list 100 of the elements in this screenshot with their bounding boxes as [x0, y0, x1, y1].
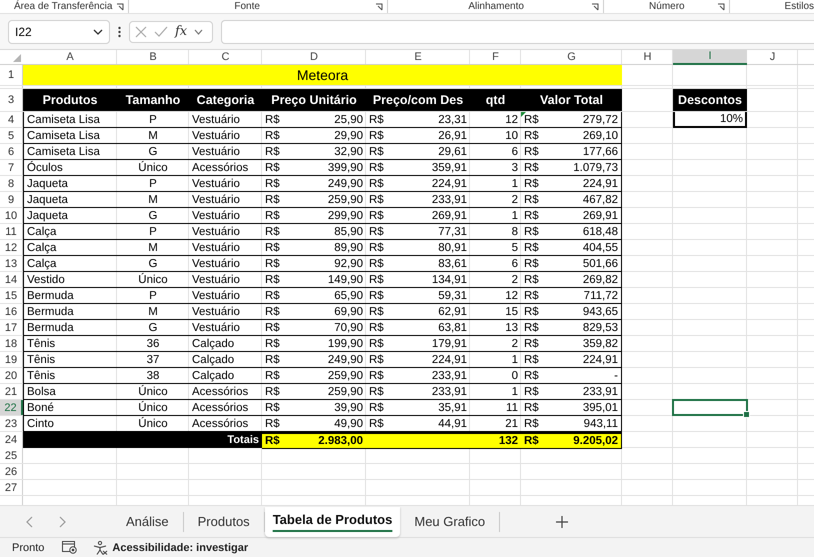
column-header[interactable]: B [117, 50, 189, 64]
table-cell: Tênis [23, 368, 117, 384]
currency-symbol: R$ [265, 400, 280, 414]
macro-recorder-icon[interactable] [62, 541, 78, 554]
currency-symbol: R$ [369, 208, 384, 222]
price-value: 77,31 [438, 224, 467, 238]
currency-symbol: R$ [524, 256, 539, 270]
column-header[interactable]: J [747, 50, 798, 64]
price-value: 467,82 [582, 192, 618, 206]
price-value: 279,72 [582, 112, 618, 126]
currency-symbol: R$ [265, 192, 280, 206]
table-cell: P [117, 224, 189, 240]
price-value: 44,91 [438, 416, 467, 430]
price-value: 269,10 [582, 128, 618, 142]
sheet-tab[interactable]: Meu Grafico [400, 512, 500, 532]
table-cell: P [117, 176, 189, 192]
table-cell: Calçado [189, 336, 262, 352]
table-cell: Vestuário [189, 240, 262, 256]
chevron-right-icon[interactable] [59, 516, 66, 528]
price-value: 233,91 [582, 384, 618, 398]
price-value: 259,90 [328, 192, 363, 206]
table-cell: 6 [470, 144, 521, 160]
price-value: 711,72 [584, 288, 618, 302]
insert-function-button[interactable]: fx [175, 24, 188, 39]
sheet-tab[interactable]: Análise [112, 512, 184, 532]
chevron-left-icon[interactable] [26, 516, 33, 528]
table-cell: Vestuário [189, 144, 262, 160]
sheet-tab[interactable]: Tabela de Produtos [264, 506, 400, 536]
table-cell: Vestuário [189, 208, 262, 224]
price-value: 501,66 [582, 256, 618, 270]
table-cell: Vestido [23, 272, 117, 288]
formula-input[interactable] [221, 20, 814, 44]
chevron-down-icon[interactable] [194, 28, 204, 34]
currency-symbol: R$ [369, 304, 384, 318]
column-header[interactable]: E [366, 50, 470, 64]
price-value: 23,31 [438, 112, 467, 126]
accessibility-status[interactable]: Acessibilidade: investigar [93, 540, 248, 554]
currency-symbol: R$ [369, 416, 384, 430]
totals-label: Totais [23, 432, 262, 448]
price-value: 233,91 [432, 192, 467, 206]
table-cell: 6 [470, 256, 521, 272]
table-cell: Vestuário [189, 256, 262, 272]
table-cell: G [117, 208, 189, 224]
table-cell: P [117, 112, 189, 128]
currency-symbol: R$ [369, 224, 384, 238]
table-cell: 1 [470, 208, 521, 224]
row-header[interactable]: 22 [0, 400, 23, 415]
name-box[interactable]: I22 [8, 20, 110, 44]
column-header[interactable]: G [521, 50, 622, 64]
currency-symbol: R$ [524, 352, 539, 366]
column-header[interactable]: D [262, 50, 366, 64]
price-value: 26,91 [438, 128, 467, 142]
ribbon-group-label: Estilos [784, 0, 814, 12]
currency-symbol: R$ [265, 384, 280, 398]
active-cell-outline[interactable] [672, 399, 748, 416]
price-value: 49,90 [334, 416, 363, 430]
ribbon-group-label: Alinhamento [468, 0, 524, 12]
table-cell: Acessórios [189, 384, 262, 400]
row-header[interactable]: 24 [0, 432, 23, 448]
table-cell: 11 [470, 400, 521, 416]
dialog-launcher-icon[interactable] [716, 2, 725, 10]
column-heading: Categoria [189, 89, 262, 111]
price-value: 233,91 [432, 384, 467, 398]
price-value: 89,90 [334, 240, 363, 254]
currency-symbol: R$ [524, 416, 539, 430]
price-value: 69,90 [334, 304, 363, 318]
price-value: 395,01 [582, 400, 618, 414]
dialog-launcher-icon[interactable] [116, 2, 124, 10]
column-header[interactable]: C [189, 50, 262, 64]
accessibility-icon [93, 540, 108, 554]
price-value: 1.079,73 [573, 160, 618, 174]
column-header[interactable]: A [23, 50, 117, 64]
check-icon[interactable] [154, 26, 168, 38]
table-cell: Calça [23, 256, 117, 272]
column-heading: Preço Unitário [262, 89, 366, 111]
price-value: 269,91 [582, 208, 618, 222]
currency-symbol: R$ [265, 416, 280, 430]
add-icon[interactable] [556, 516, 568, 528]
ribbon-group-label: Número [649, 0, 685, 12]
column-header[interactable]: H [622, 50, 673, 64]
currency-symbol: R$ [524, 144, 539, 158]
column-header[interactable]: F [470, 50, 521, 64]
table-cell: Acessórios [189, 400, 262, 416]
dialog-launcher-icon[interactable] [591, 2, 600, 10]
price-value: 224,91 [432, 352, 467, 366]
currency-symbol: R$ [265, 128, 280, 142]
table-cell: 15 [470, 304, 521, 320]
table-cell: Tênis [23, 352, 117, 368]
ribbon-group-label: Área de Transferência [14, 0, 112, 12]
table-cell: 1 [470, 176, 521, 192]
dialog-launcher-icon[interactable] [375, 2, 384, 10]
table-cell: 12 [470, 112, 521, 128]
table-cell: 3 [470, 160, 521, 176]
table-cell: 10 [470, 128, 521, 144]
currency-symbol: R$ [524, 368, 539, 382]
price-value: 249,90 [328, 352, 363, 366]
price-value: 259,90 [328, 384, 363, 398]
price-value: 224,91 [582, 176, 618, 190]
more-options-icon[interactable] [118, 26, 121, 38]
column-header[interactable]: I [673, 50, 747, 65]
